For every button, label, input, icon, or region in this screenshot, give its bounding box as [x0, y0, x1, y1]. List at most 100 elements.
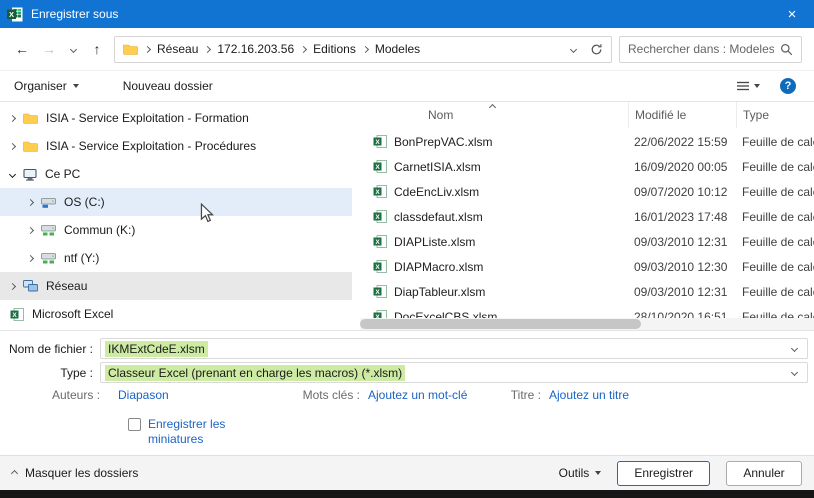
excel-file-icon: X: [373, 160, 387, 173]
thumbnails-label[interactable]: Enregistrer les miniatures: [148, 417, 240, 447]
list-view-icon: [736, 80, 750, 92]
breadcrumb-item-modeles[interactable]: Modeles: [375, 42, 420, 56]
drive-icon: [41, 196, 56, 208]
search-input[interactable]: [628, 42, 774, 56]
excel-file-icon: X: [373, 285, 387, 298]
help-button[interactable]: ?: [780, 78, 796, 94]
sidebar-item-microsoft-excel[interactable]: X Microsoft Excel: [0, 300, 352, 328]
hide-folders-button[interactable]: Masquer les dossiers: [12, 466, 138, 480]
file-row[interactable]: XCarnetISIA.xlsm 16/09/2020 00:05 Feuill…: [360, 154, 814, 179]
search-icon: [780, 43, 793, 56]
scrollbar-thumb[interactable]: [360, 319, 641, 329]
sidebar-item-label: Commun (K:): [64, 223, 135, 237]
sidebar-item-isia-procedures[interactable]: ISIA - Service Exploitation - Procédures: [0, 132, 352, 160]
new-folder-button[interactable]: Nouveau dossier: [123, 79, 213, 93]
address-bar[interactable]: Réseau 172.16.203.56 Editions Modeles: [114, 36, 612, 63]
sidebar-item-label: Microsoft Excel: [32, 307, 113, 321]
authors-value[interactable]: Diapason: [118, 388, 169, 402]
excel-file-icon: X: [373, 235, 387, 248]
tools-button[interactable]: Outils: [559, 466, 602, 480]
file-row[interactable]: XDIAPMacro.xlsm 09/03/2010 12:30 Feuille…: [360, 254, 814, 279]
expander-icon[interactable]: [27, 226, 34, 233]
sidebar-item-label: Ce PC: [45, 167, 80, 181]
title-value[interactable]: Ajoutez un titre: [549, 388, 629, 402]
expander-icon[interactable]: [27, 254, 34, 261]
chevron-down-icon[interactable]: [791, 345, 798, 352]
expander-icon[interactable]: [9, 114, 16, 121]
sidebar-item-ntf-y[interactable]: ntf (Y:): [0, 244, 352, 272]
breadcrumb-separator-icon[interactable]: [362, 45, 369, 52]
excel-file-icon: X: [373, 135, 387, 148]
sidebar-item-label: Réseau: [46, 279, 87, 293]
sidebar-item-ce-pc[interactable]: Ce PC: [0, 160, 352, 188]
command-bar: Organiser Nouveau dossier ?: [0, 70, 814, 102]
file-name: CdeEncLiv.xlsm: [394, 185, 479, 199]
sidebar-item-label: OS (C:): [64, 195, 105, 209]
chevron-down-icon[interactable]: [791, 369, 798, 376]
file-row[interactable]: Xclassdefaut.xlsm 16/01/2023 17:48 Feuil…: [360, 204, 814, 229]
svg-text:X: X: [12, 312, 17, 319]
horizontal-scrollbar[interactable]: [360, 318, 814, 330]
file-type: Feuille de calc: [736, 210, 814, 224]
chevron-down-icon: [754, 84, 760, 88]
breadcrumb-separator-icon[interactable]: [300, 45, 307, 52]
expander-icon[interactable]: [9, 170, 16, 177]
view-mode-button[interactable]: [736, 80, 760, 92]
history-dropdown-icon[interactable]: [66, 47, 80, 52]
save-button[interactable]: Enregistrer: [617, 461, 710, 486]
file-modified: 09/07/2020 10:12: [628, 185, 736, 199]
breadcrumb-item-server[interactable]: 172.16.203.56: [217, 42, 294, 56]
up-button[interactable]: ↑: [87, 41, 107, 57]
file-rows: XBonPrepVAC.xlsm 22/06/2022 15:59 Feuill…: [360, 129, 814, 329]
sidebar-item-os-c[interactable]: OS (C:): [0, 188, 352, 216]
file-type: Feuille de calc: [736, 185, 814, 199]
cancel-button[interactable]: Annuler: [726, 461, 802, 486]
title-bar: X Enregistrer sous ×: [0, 0, 814, 28]
save-as-dialog: X Enregistrer sous × ← → ↑ Réseau 172.16…: [0, 0, 814, 498]
file-row[interactable]: XDiapTableur.xlsm 09/03/2010 12:31 Feuil…: [360, 279, 814, 304]
sidebar-item-isia-formation[interactable]: ISIA - Service Exploitation - Formation: [0, 104, 352, 132]
authors-label: Auteurs :: [0, 388, 100, 402]
address-dropdown-icon[interactable]: [570, 45, 577, 52]
network-icon: [23, 280, 38, 292]
expander-icon[interactable]: [9, 142, 16, 149]
file-modified: 22/06/2022 15:59: [628, 135, 736, 149]
svg-text:X: X: [375, 189, 380, 196]
breadcrumb-item-editions[interactable]: Editions: [313, 42, 356, 56]
column-header-type[interactable]: Type: [736, 102, 814, 128]
thumbnails-checkbox[interactable]: [128, 418, 141, 431]
file-modified: 09/03/2010 12:31: [628, 235, 736, 249]
expander-icon[interactable]: [9, 282, 16, 289]
breadcrumb-item-reseau[interactable]: Réseau: [157, 42, 198, 56]
chevron-down-icon: [73, 84, 79, 88]
forward-button[interactable]: →: [39, 41, 59, 57]
file-type: Feuille de calc: [736, 160, 814, 174]
organize-button[interactable]: Organiser: [14, 79, 79, 93]
column-header-modified[interactable]: Modifié le: [628, 102, 736, 128]
metadata-row: Auteurs : Diapason Mots clés : Ajoutez u…: [0, 388, 814, 404]
file-row[interactable]: XBonPrepVAC.xlsm 22/06/2022 15:59 Feuill…: [360, 129, 814, 154]
sidebar-item-reseau[interactable]: Réseau: [0, 272, 352, 300]
file-modified: 09/03/2010 12:30: [628, 260, 736, 274]
expander-icon[interactable]: [27, 198, 34, 205]
back-button[interactable]: ←: [12, 41, 32, 57]
tools-label: Outils: [559, 466, 590, 480]
close-button[interactable]: ×: [770, 0, 814, 28]
filename-input[interactable]: IKMExtCdeE.xlsm: [100, 338, 808, 359]
filename-label: Nom de fichier :: [0, 342, 100, 356]
search-box[interactable]: [619, 36, 802, 63]
sidebar-item-commun-k[interactable]: Commun (K:): [0, 216, 352, 244]
filetype-select[interactable]: Classeur Excel (prenant en charge les ma…: [100, 362, 808, 383]
breadcrumb-separator-icon[interactable]: [204, 45, 211, 52]
save-thumbnails-option[interactable]: Enregistrer les miniatures: [128, 417, 240, 447]
file-type: Feuille de calc: [736, 260, 814, 274]
keywords-value[interactable]: Ajoutez un mot-clé: [368, 388, 467, 402]
file-row[interactable]: XDIAPListe.xlsm 09/03/2010 12:31 Feuille…: [360, 229, 814, 254]
refresh-icon[interactable]: [590, 43, 603, 56]
file-name: CarnetISIA.xlsm: [394, 160, 481, 174]
svg-text:X: X: [9, 10, 14, 19]
breadcrumb-separator-icon[interactable]: [144, 45, 151, 52]
excel-app-icon: X: [7, 7, 23, 22]
dialog-title: Enregistrer sous: [31, 7, 118, 21]
file-row[interactable]: X CdeEncLiv.xlsm 09/07/2020 10:12 Feuille…: [360, 179, 814, 204]
